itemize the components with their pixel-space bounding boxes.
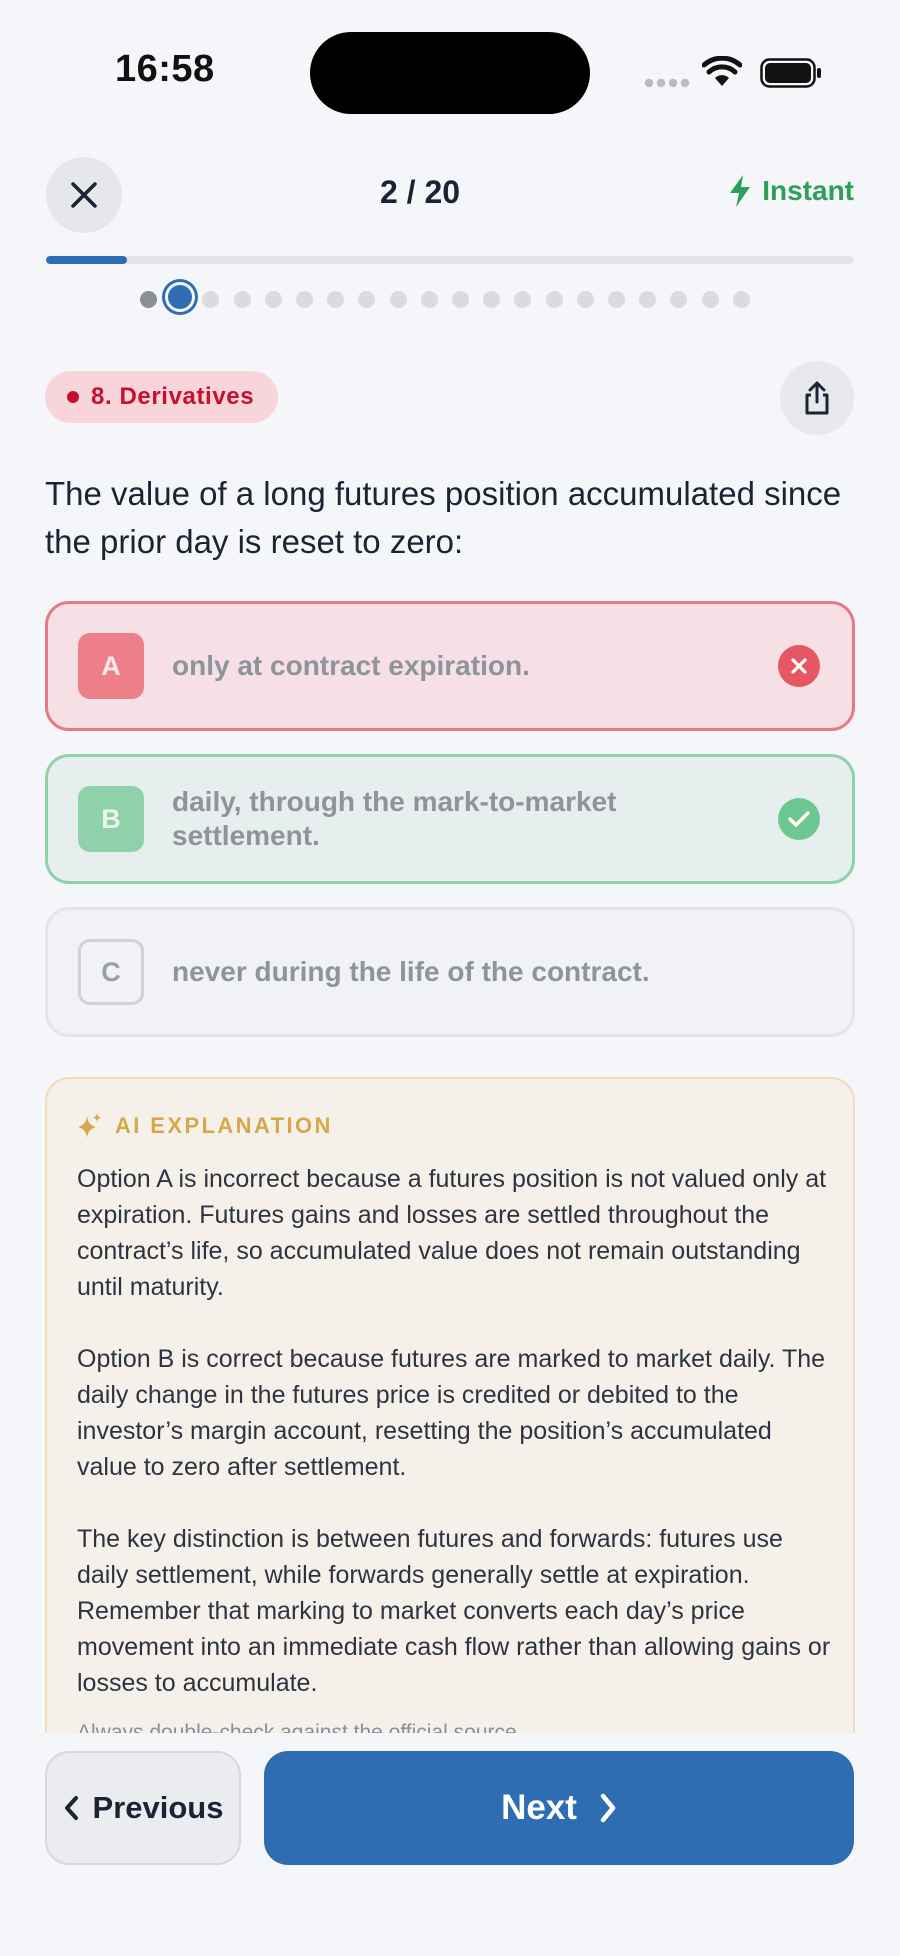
share-icon: [805, 381, 829, 415]
question-dot[interactable]: [264, 291, 282, 308]
lightning-icon: [730, 175, 751, 207]
question-text: The value of a long futures position acc…: [45, 475, 842, 560]
progress-bar: [46, 256, 854, 264]
question-dot[interactable]: [608, 291, 625, 308]
option-text: daily, through the mark-to-market settle…: [172, 786, 617, 851]
option-text: never during the life of the contract.: [172, 956, 650, 987]
signal-dots-icon: [644, 78, 690, 88]
question-dot[interactable]: [639, 291, 657, 308]
dynamic-island: [310, 32, 590, 114]
option-c[interactable]: C never during the life of the contract.: [45, 907, 855, 1037]
option-text: only at contract expiration.: [172, 650, 530, 681]
question-dot[interactable]: [670, 291, 688, 308]
chevron-right-icon: [600, 1793, 616, 1823]
previous-button[interactable]: Previous: [45, 1751, 241, 1865]
topic-badge: 8. Derivatives: [45, 371, 279, 423]
question-dot[interactable]: [358, 291, 376, 308]
question-dot[interactable]: [701, 291, 719, 308]
question-dot[interactable]: [233, 291, 251, 308]
incorrect-icon: [778, 645, 820, 687]
question-dot[interactable]: [140, 291, 157, 308]
question-dot[interactable]: [545, 291, 563, 308]
instant-mode-label: Instant: [762, 175, 854, 206]
question-dot[interactable]: [420, 291, 438, 308]
explanation-header: AI EXPLANATION: [77, 1112, 333, 1140]
option-b[interactable]: B daily, through the mark-to-market sett…: [45, 754, 855, 884]
question-dot[interactable]: [452, 291, 469, 308]
share-button[interactable]: [780, 361, 854, 435]
option-letter: A: [78, 633, 144, 699]
option-letter: C: [78, 939, 144, 1005]
question-counter: 2 / 20: [379, 174, 461, 210]
status-time: 16:58: [115, 48, 215, 90]
question-dot[interactable]: [296, 291, 313, 308]
question-dot[interactable]: [202, 291, 220, 308]
ai-explanation-card[interactable]: AI EXPLANATION Option A is incorrect bec…: [45, 1077, 855, 1737]
explanation-paragraph: Option A is incorrect because a futures …: [77, 1165, 827, 1301]
next-button[interactable]: Next: [264, 1751, 854, 1865]
next-label: Next: [501, 1788, 577, 1827]
progress-fill: [46, 256, 127, 264]
previous-label: Previous: [92, 1790, 224, 1825]
explanation-paragraph: The key distinction is between futures a…: [77, 1525, 831, 1697]
wifi-icon: [702, 56, 742, 86]
topic-dot: [67, 391, 79, 403]
explanation-body: Option A is incorrect because a futures …: [77, 1161, 837, 1737]
sparkle-icon: [78, 1113, 101, 1138]
chevron-left-icon: [64, 1796, 78, 1820]
topic-label: 8. Derivatives: [91, 383, 255, 410]
question-dot[interactable]: [167, 285, 192, 309]
explanation-paragraph: Option B is correct because futures are …: [77, 1345, 826, 1481]
close-button[interactable]: [46, 157, 122, 233]
question-dot[interactable]: [514, 291, 532, 308]
option-a[interactable]: A only at contract expiration.: [45, 601, 855, 731]
option-letter: B: [78, 786, 144, 852]
question-dot[interactable]: [389, 291, 407, 308]
close-icon: [71, 182, 97, 208]
quiz-screen: 16:58 2 / 20 Instant 8. Derivatives The …: [0, 0, 900, 1956]
battery-icon: [760, 58, 821, 88]
question-dot[interactable]: [483, 291, 501, 308]
bottom-navigation: Previous Next: [0, 1733, 900, 1956]
explanation-title: AI EXPLANATION: [115, 1113, 333, 1138]
question-dot[interactable]: [327, 291, 345, 308]
correct-icon: [778, 798, 820, 840]
question-dot[interactable]: [732, 291, 750, 308]
instant-mode-badge[interactable]: Instant: [728, 174, 854, 208]
question-dot[interactable]: [576, 291, 594, 308]
